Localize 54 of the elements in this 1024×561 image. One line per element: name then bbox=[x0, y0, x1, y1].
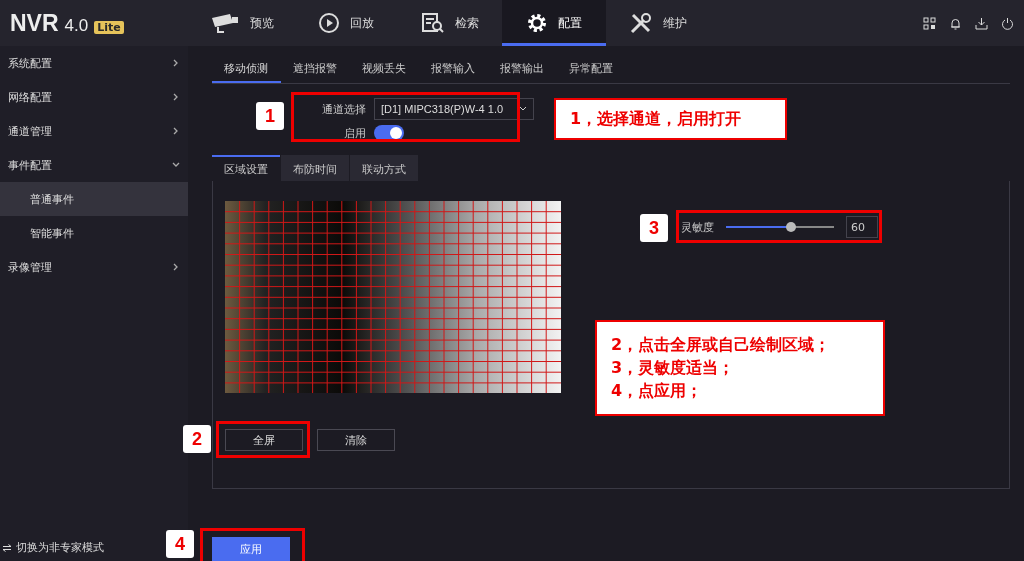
step-badge: 3 bbox=[640, 214, 668, 242]
region-tab[interactable]: 联动方式 bbox=[350, 155, 418, 181]
power-icon[interactable] bbox=[1001, 16, 1014, 30]
chevron-icon bbox=[172, 127, 180, 135]
event-tab[interactable]: 异常配置 bbox=[557, 56, 626, 83]
region-tab[interactable]: 布防时间 bbox=[281, 155, 349, 181]
sensitivity-label: 灵敏度 bbox=[681, 219, 714, 235]
event-tab[interactable]: 报警输入 bbox=[419, 56, 488, 83]
sidebar-item[interactable]: 网络配置 bbox=[0, 80, 188, 114]
sidebar-item[interactable]: 录像管理 bbox=[0, 250, 188, 284]
version-text: 4.0 bbox=[64, 15, 89, 36]
swap-icon[interactable] bbox=[2, 543, 12, 552]
sidebar-subitem[interactable]: 普通事件 bbox=[0, 182, 188, 216]
settings-icon bbox=[526, 12, 548, 34]
channel-dropdown[interactable]: [D1] MIPC318(P)W-4 1.0 bbox=[374, 98, 534, 120]
step-badge: 4 bbox=[166, 530, 194, 558]
chevron-icon bbox=[172, 263, 180, 271]
region-button[interactable]: 全屏 bbox=[225, 429, 303, 451]
edition-badge: Lite bbox=[94, 20, 124, 34]
region-button[interactable]: 清除 bbox=[317, 429, 395, 451]
playback-icon bbox=[318, 12, 340, 34]
bell-icon[interactable] bbox=[949, 16, 962, 30]
tools-icon bbox=[629, 12, 653, 34]
instruction-note: 1，选择通道，启用打开 bbox=[554, 98, 787, 140]
nav-tab[interactable]: 回放 bbox=[294, 0, 398, 46]
nav-tab[interactable]: 检索 bbox=[398, 0, 502, 46]
event-tab[interactable]: 移动侦测 bbox=[212, 56, 281, 83]
sensitivity-input[interactable]: 60 bbox=[846, 216, 878, 238]
instruction-note: 2，点击全屏或自己绘制区域； 3，灵敏度适当； 4，点应用； bbox=[595, 320, 885, 416]
qr-code-icon[interactable] bbox=[923, 16, 936, 30]
sidebar-item[interactable]: 事件配置 bbox=[0, 148, 188, 182]
event-tab[interactable]: 视频丢失 bbox=[350, 56, 419, 83]
step-badge: 2 bbox=[183, 425, 211, 453]
event-tab[interactable]: 遮挡报警 bbox=[281, 56, 350, 83]
chevron-icon bbox=[172, 59, 180, 67]
nav-tab[interactable]: 维护 bbox=[606, 0, 710, 46]
chevron-icon bbox=[172, 93, 180, 101]
step-badge: 1 bbox=[256, 102, 284, 130]
search-document-icon bbox=[421, 12, 445, 34]
enable-label: 启用 bbox=[343, 125, 366, 141]
chevron-icon bbox=[172, 161, 180, 169]
download-icon[interactable] bbox=[975, 16, 988, 30]
sidebar-item[interactable]: 通道管理 bbox=[0, 114, 188, 148]
channel-label: 通道选择 bbox=[321, 101, 366, 117]
sidebar-item[interactable]: 系统配置 bbox=[0, 46, 188, 80]
sidebar-subitem[interactable]: 智能事件 bbox=[0, 216, 188, 250]
nav-tab[interactable]: 预览 bbox=[190, 0, 294, 46]
event-tab[interactable]: 报警输出 bbox=[488, 56, 557, 83]
logo-text: NVR bbox=[10, 9, 59, 37]
apply-button[interactable]: 应用 bbox=[212, 537, 290, 561]
nav-tab[interactable]: 配置 bbox=[502, 0, 606, 46]
caret-icon bbox=[519, 106, 527, 112]
mode-switch-link[interactable]: 切换为非专家模式 bbox=[16, 540, 104, 555]
camera-icon bbox=[210, 12, 240, 34]
